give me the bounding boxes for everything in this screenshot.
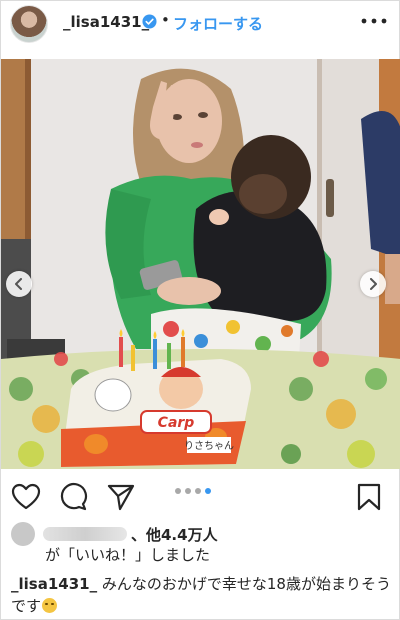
comment-icon[interactable] [58,482,88,512]
likes-summary[interactable]: 、他4.4万人 [11,522,391,546]
header-separator: • [161,11,170,29]
carousel-indicator [173,488,233,496]
liker-avatar[interactable] [11,522,35,546]
caption-username[interactable]: _lisa1431_ [11,575,97,593]
share-icon[interactable] [106,482,136,512]
header-username[interactable]: _lisa1431_ [63,13,149,31]
likes-count[interactable]: 、他4.4万人 [131,524,218,545]
photo-illustration: Carp りさちゃん [1,59,400,469]
chevron-right-icon [370,278,377,290]
verified-badge-icon [142,14,157,29]
instagram-post: _lisa1431_ • フォローする Carp りさちゃん 、他4.4万人 が… [0,0,400,620]
profile-avatar[interactable] [10,5,48,43]
follow-button[interactable]: フォローする [173,13,263,34]
cake-logo-text: Carp [158,415,195,431]
post-action-bar [1,477,400,517]
chevron-left-icon [15,278,22,290]
post-photo[interactable]: Carp りさちゃん [1,59,400,469]
carousel-dot [185,488,191,494]
post-header: _lisa1431_ • フォローする [1,1,400,49]
carousel-next-button[interactable] [360,271,386,297]
smiling-face-emoji-icon [42,598,58,613]
heart-icon[interactable] [11,482,41,512]
cake-name-plate: りさちゃん [184,440,234,452]
bookmark-icon[interactable] [354,482,384,512]
carousel-dot [175,488,181,494]
more-options-icon[interactable] [359,17,389,25]
post-caption: _lisa1431_ みんなのおかげで幸せな18歳が始まりそうです [11,573,396,617]
liked-text: が「いいね！」しました [45,546,211,564]
carousel-prev-button[interactable] [6,271,32,297]
liker-name-blurred [43,527,127,541]
carousel-dot-active [205,488,211,494]
carousel-dot [195,488,201,494]
